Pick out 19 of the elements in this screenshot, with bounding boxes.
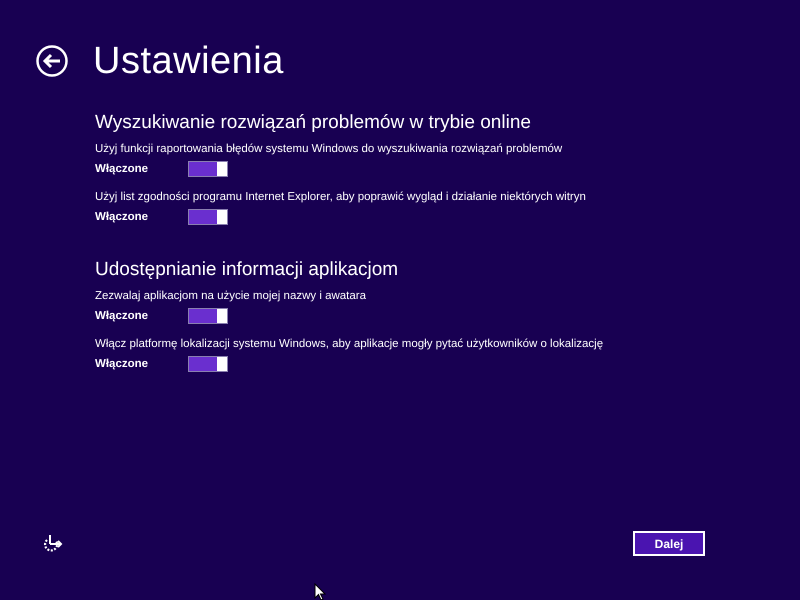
next-button[interactable]: Dalej [633,531,705,556]
page-title: Ustawienia [93,40,284,82]
toggle-state-label: Włączone [95,310,150,322]
setting-description: Użyj list zgodności programu Internet Explorer, aby poprawić wygląd i działanie niektórych witryn [95,191,587,203]
toggle-switch[interactable] [188,356,228,372]
ease-of-access-icon[interactable] [42,534,64,554]
setting-description: Włącz platformę lokalizacji systemu Windows, aby aplikacje mogły pytać użytkowników o lokalizację [95,338,604,350]
toggle-switch[interactable] [188,161,228,177]
toggle-state-label: Włączone [95,211,150,223]
toggle-state-label: Włączone [95,163,150,175]
mouse-pointer-icon [314,583,326,600]
back-icon[interactable] [36,45,68,77]
setting-description: Użyj funkcji raportowania błędów systemu Windows do wyszukiwania rozwiązań problemów [95,143,564,155]
setting-description: Zezwalaj aplikacjom na użycie mojej nazwy i awatara [95,290,368,302]
toggle-state-label: Włączone [95,358,150,370]
section-heading: Wyszukiwanie rozwiązań problemów w trybie online [95,112,532,134]
toggle-switch[interactable] [188,209,228,225]
toggle-switch[interactable] [188,308,228,324]
section-heading: Udostępnianie informacji aplikacjom [95,259,400,281]
